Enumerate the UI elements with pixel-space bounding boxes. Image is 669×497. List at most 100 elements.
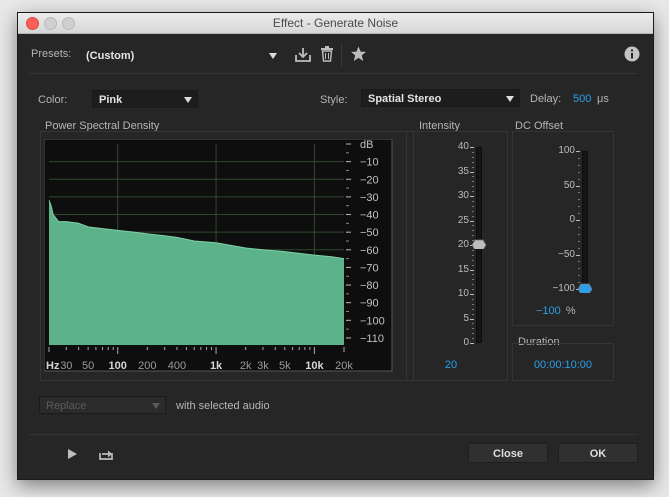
hz-tick-label: 100: [109, 360, 127, 372]
hz-tick-label: Hz: [46, 360, 60, 372]
slider-tick: [470, 147, 474, 148]
slider-tick-label: 20: [457, 239, 469, 250]
hz-tick-label: 3k: [257, 360, 269, 372]
slider-tick-label: −50: [558, 248, 575, 260]
slider-tick: [576, 185, 580, 187]
slider-minor-tick: [472, 161, 474, 163]
dc-offset-unit: %: [565, 305, 576, 317]
slider-tick-label: 40: [457, 141, 469, 152]
db-tick-label: −10: [360, 157, 379, 169]
slider-minor-tick: [472, 303, 474, 305]
chevron-down-icon: [269, 53, 277, 59]
slider-minor-tick: [472, 230, 474, 232]
replace-suffix: with selected audio: [176, 400, 270, 412]
color-dropdown[interactable]: Pink: [92, 90, 198, 108]
db-tick-label: −80: [360, 280, 379, 292]
replace-dropdown[interactable]: Replace: [39, 396, 166, 414]
slider-minor-tick: [472, 333, 474, 335]
slider-track[interactable]: [582, 151, 588, 289]
hz-tick-label: 200: [138, 360, 156, 372]
slider-minor-tick: [578, 178, 580, 180]
duration-value[interactable]: 00:00:10:00: [512, 359, 614, 371]
slider-minor-tick: [472, 215, 474, 217]
window-title: Effect - Generate Noise: [272, 16, 399, 30]
db-tick-label: −50: [360, 227, 379, 239]
presets-value: (Custom): [86, 50, 135, 62]
ok-button[interactable]: OK: [558, 443, 638, 463]
slider-thumb[interactable]: [471, 239, 486, 249]
delete-preset-icon[interactable]: [320, 46, 334, 63]
slider-minor-tick: [578, 240, 580, 242]
color-value: Pink: [99, 94, 123, 106]
slider-minor-tick: [472, 151, 474, 153]
slider-minor-tick: [578, 199, 580, 201]
info-icon[interactable]: [624, 46, 640, 62]
favorite-star-icon[interactable]: [350, 46, 367, 62]
psd-chart: dB −10 −20 −30 −40 −50 −60 −70 −80 −90 −100 −110 Hz…: [44, 139, 393, 372]
slider-minor-tick: [578, 206, 580, 208]
db-tick-label: −60: [360, 245, 379, 257]
db-tick-label: −110: [360, 333, 384, 345]
slider-minor-tick: [472, 274, 474, 276]
presets-separator: [29, 73, 638, 74]
close-button[interactable]: Close: [468, 443, 548, 463]
save-preset-icon[interactable]: [294, 46, 312, 63]
slider-thumb[interactable]: [577, 283, 592, 293]
chevron-down-icon: [152, 403, 160, 409]
slider-minor-tick: [472, 249, 474, 251]
delay-value[interactable]: 500: [573, 93, 591, 105]
slider-minor-tick: [472, 279, 474, 281]
db-tick-label: −100: [360, 315, 385, 327]
slider-tick: [576, 220, 580, 221]
slider-minor-tick: [472, 323, 474, 325]
slider-minor-tick: [578, 226, 580, 228]
style-value: Spatial Stereo: [368, 93, 442, 105]
slider-tick-label: 100: [558, 145, 575, 156]
db-tick-label: −30: [360, 192, 379, 204]
slider-tick: [576, 254, 580, 256]
db-tick-label: dB: [360, 139, 373, 151]
slider-tick-label: 0: [463, 337, 469, 348]
style-label: Style:: [320, 94, 348, 106]
slider-minor-tick: [472, 166, 474, 168]
slider-minor-tick: [578, 268, 580, 270]
slider-minor-tick: [472, 254, 474, 256]
hz-tick-label: 20k: [335, 360, 353, 372]
slider-minor-tick: [472, 156, 474, 158]
slider-minor-tick: [472, 225, 474, 227]
slider-minor-tick: [472, 338, 474, 340]
generate-noise-window: Effect - Generate Noise Presets: (Custom…: [17, 12, 654, 480]
slider-tick-label: 0: [569, 214, 575, 225]
slider-minor-tick: [578, 261, 580, 263]
presets-dropdown[interactable]: (Custom): [79, 45, 283, 65]
slider-minor-tick: [578, 275, 580, 277]
slider-tick: [470, 294, 474, 295]
slider-minor-tick: [472, 181, 474, 183]
chevron-down-icon: [184, 97, 192, 103]
slider-tick-label: 50: [563, 179, 575, 191]
play-icon[interactable]: [67, 448, 79, 460]
slider-tick-label: −100: [552, 283, 575, 294]
style-dropdown[interactable]: Spatial Stereo: [361, 89, 520, 107]
slider-minor-tick: [472, 298, 474, 300]
slider-minor-tick: [472, 328, 474, 330]
slider-tick-label: 25: [457, 214, 469, 226]
slider-minor-tick: [472, 308, 474, 310]
slider-minor-tick: [472, 205, 474, 207]
replace-value: Replace: [46, 400, 87, 412]
slider-minor-tick: [472, 200, 474, 202]
title-bar: Effect - Generate Noise: [18, 13, 653, 34]
slider-minor-tick: [578, 192, 580, 194]
intensity-value[interactable]: 20: [406, 359, 496, 371]
intensity-slider[interactable]: 40 35 30 25 20 15 10 5 0: [413, 141, 503, 349]
loop-playback-icon[interactable]: [98, 446, 114, 461]
hz-tick-label: 50: [82, 360, 94, 372]
hz-tick-label: 1k: [210, 360, 223, 372]
db-tick-label: −20: [360, 174, 379, 186]
db-tick-label: −70: [360, 262, 379, 274]
hz-tick-label: 10k: [305, 360, 324, 372]
dc-offset-value[interactable]: −100: [536, 305, 561, 317]
slider-tick: [470, 269, 474, 271]
dc-offset-slider[interactable]: 100 50 0 −50 −100: [518, 145, 608, 295]
db-tick-label: −90: [360, 298, 379, 310]
